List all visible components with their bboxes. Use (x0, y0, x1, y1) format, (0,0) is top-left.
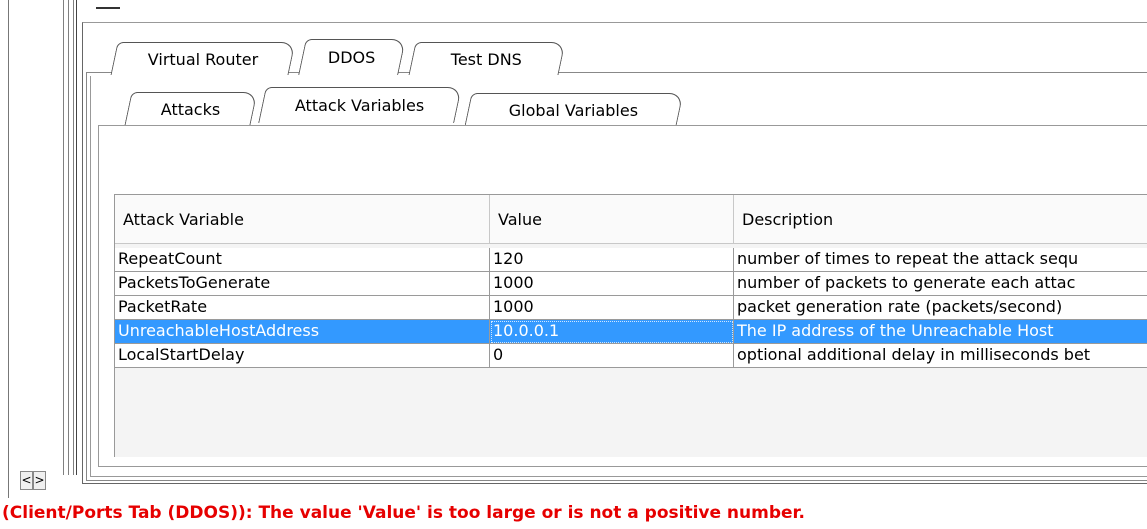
frame-line (63, 0, 64, 475)
tab-label: Attack Variables (295, 96, 425, 115)
chevron-right-icon: > (34, 473, 45, 487)
cell-value[interactable]: 1000 (490, 296, 734, 320)
status-error-message: (Client/Ports Tab (DDOS)): The value 'Va… (0, 498, 1147, 529)
table-row[interactable]: PacketsToGenerate 1000 number of packets… (115, 272, 1147, 296)
table-row[interactable]: RepeatCount 120 number of times to repea… (115, 248, 1147, 272)
cell-value[interactable]: 1000 (490, 272, 734, 296)
tab-ddos[interactable]: DDOS (298, 39, 406, 75)
column-header-attack-variable[interactable]: Attack Variable (115, 195, 490, 244)
table-row-selected[interactable]: UnreachableHostAddress 10.0.0.1 The IP a… (115, 320, 1147, 344)
cell-variable[interactable]: UnreachableHostAddress (115, 320, 490, 344)
cell-description[interactable]: The IP address of the Unreachable Host (734, 320, 1147, 344)
cell-description[interactable]: optional additional delay in millisecond… (734, 344, 1147, 368)
tab-label: Virtual Router (147, 49, 259, 69)
cell-value[interactable]: 120 (490, 248, 734, 272)
frame-line (8, 0, 9, 498)
table-row[interactable]: PacketRate 1000 packet generation rate (… (115, 296, 1147, 320)
cell-variable[interactable]: RepeatCount (115, 248, 490, 272)
scroll-left-button[interactable]: < (20, 471, 33, 490)
tab-strip-level2: Attacks Attack Variables Global Variable… (96, 87, 1147, 126)
table-row[interactable]: LocalStartDelay 0 optional additional de… (115, 344, 1147, 368)
tab-attack-variables[interactable]: Attack Variables (258, 87, 462, 123)
column-header-value[interactable]: Value (490, 195, 734, 244)
cell-variable[interactable]: PacketsToGenerate (115, 272, 490, 296)
attack-variables-table: Attack Variable Value Description Repeat… (114, 194, 1147, 457)
cell-description[interactable]: number of times to repeat the attack seq… (734, 248, 1147, 272)
scroll-right-button[interactable]: > (33, 471, 46, 490)
tab-virtual-router[interactable]: Virtual Router (110, 42, 296, 75)
tab-test-dns[interactable]: Test DNS (408, 42, 566, 75)
cell-variable[interactable]: PacketRate (115, 296, 490, 320)
tab-strip-level1: Virtual Router DDOS Test DNS (90, 39, 1147, 75)
table-header: Attack Variable Value Description (115, 195, 1147, 244)
tab-label: Attacks (161, 99, 221, 119)
frame-line (68, 0, 69, 475)
tab-label: DDOS (328, 48, 376, 67)
tab-global-variables[interactable]: Global Variables (464, 93, 684, 126)
cell-value[interactable]: 0 (490, 344, 734, 368)
tab-attacks[interactable]: Attacks (124, 92, 258, 125)
cell-description[interactable]: packet generation rate (packets/second) (734, 296, 1147, 320)
column-header-description[interactable]: Description (734, 195, 1147, 244)
cell-variable[interactable]: LocalStartDelay (115, 344, 490, 368)
tab-label: Global Variables (509, 100, 639, 120)
cell-value[interactable]: 10.0.0.1 (490, 320, 734, 344)
frame-line (76, 0, 77, 475)
chevron-left-icon: < (21, 473, 32, 487)
tab-label: Test DNS (451, 49, 523, 69)
cell-description[interactable]: number of packets to generate each attac (734, 272, 1147, 296)
frame-line (73, 0, 74, 475)
frame-cap (96, 0, 120, 9)
